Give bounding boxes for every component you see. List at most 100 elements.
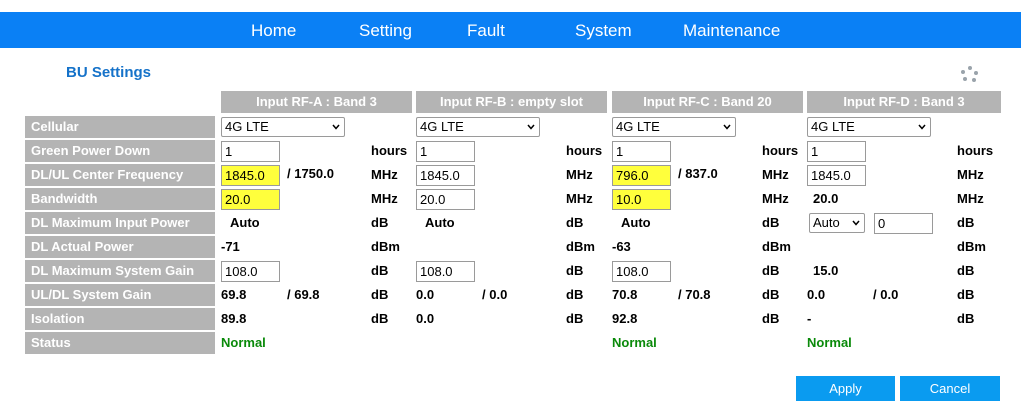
top-nav: Home Setting Fault System Maintenance [0,12,1021,48]
col-c-green-power-down-input[interactable]: 1 [612,141,671,162]
col-d-center-frequency-input[interactable]: 1845.0 [807,165,866,186]
col-c-cellular-select[interactable]: 4G LTE [612,117,736,137]
col-c-dl-max-gain-input[interactable]: 108.0 [612,261,671,282]
col-a-green-power-down-input[interactable]: 1 [221,141,280,162]
row-label-cellular: Cellular [25,116,215,138]
col-a-dl-max-input-value: Auto [230,215,260,230]
col-c-dl-max-gain-unit: dB [762,263,780,278]
col-a-header: Input RF-A : Band 3 [221,91,412,113]
col-b-isolation-unit: dB [566,311,584,326]
row-label-status: Status [25,332,215,354]
col-d-frequency-unit: MHz [957,167,984,182]
col-c-hours-unit: hours [762,143,799,158]
col-d-bandwidth-unit: MHz [957,191,984,206]
col-a-bandwidth-input[interactable]: 20.0 [221,189,280,210]
col-a-center-frequency-input[interactable]: 1845.0 [221,165,280,186]
col-c-frequency-unit: MHz [762,167,789,182]
col-b-bandwidth-input[interactable]: 20.0 [416,189,475,210]
col-d-isolation-value: - [807,311,812,326]
col-b-dl-max-gain-unit: dB [566,263,584,278]
chevron-down-icon [723,124,731,130]
col-b-dl-actual-unit: dBm [566,239,595,254]
col-b-hours-unit: hours [566,143,603,158]
col-b-cellular-value: 4G LTE [420,119,464,134]
col-b-bandwidth-unit: MHz [566,191,593,206]
col-c-system-gain-unit: dB [762,287,780,302]
col-c-isolation-value: 92.8 [612,311,638,326]
row-label-dl-max-input-power: DL Maximum Input Power [25,212,215,234]
chevron-down-icon [852,220,860,226]
col-b-cellular-select[interactable]: 4G LTE [416,117,540,137]
col-d-hours-unit: hours [957,143,994,158]
col-a-status-value: Normal [221,335,266,350]
col-d-status-value: Normal [807,335,852,350]
col-d-cellular-select[interactable]: 4G LTE [807,117,931,137]
col-b-center-frequency-input[interactable]: 1845.0 [416,165,475,186]
col-b-dl-system-gain: / 0.0 [482,287,508,302]
row-label-bandwidth: Bandwidth [25,188,215,210]
col-a-dl-system-gain: / 69.8 [287,287,320,302]
col-b-isolation-value: 0.0 [416,311,435,326]
col-d-dl-max-input-select[interactable]: Auto [809,213,865,233]
col-c-center-frequency-input[interactable]: 796.0 [612,165,671,186]
col-a-frequency-unit: MHz [371,167,398,182]
col-a-cellular-select[interactable]: 4G LTE [221,117,345,137]
col-d-dl-actual-unit: dBm [957,239,986,254]
col-d-dl-max-input-unit: dB [957,215,975,230]
nav-fault[interactable]: Fault [467,21,505,41]
col-c-dl-actual-unit: dBm [762,239,791,254]
col-b-ul-system-gain: 0.0 [416,287,435,302]
chevron-down-icon [332,124,340,130]
col-a-dl-max-input-unit: dB [371,215,389,230]
col-c-status-value: Normal [612,335,657,350]
col-b-header: Input RF-B : empty slot [416,91,607,113]
col-a-dl-actual-power: -71 [221,239,240,254]
col-d-isolation-unit: dB [957,311,975,326]
col-c-bandwidth-unit: MHz [762,191,789,206]
row-label-isolation: Isolation [25,308,215,330]
col-a-dl-actual-unit: dBm [371,239,400,254]
nav-system[interactable]: System [575,21,632,41]
col-a-ul-frequency: / 1750.0 [287,166,334,181]
row-label-dl-actual-power: DL Actual Power [25,236,215,258]
col-d-dl-max-input-value: Auto [813,215,840,230]
col-a-isolation-unit: dB [371,311,389,326]
nav-setting[interactable]: Setting [359,21,412,41]
col-d-dl-max-gain-value: 15.0 [813,263,839,278]
col-a-cellular-value: 4G LTE [225,119,269,134]
col-a-isolation-value: 89.8 [221,311,247,326]
col-b-green-power-down-input[interactable]: 1 [416,141,475,162]
col-d-dl-max-gain-unit: dB [957,263,975,278]
col-d-header: Input RF-D : Band 3 [807,91,1001,113]
col-d-green-power-down-input[interactable]: 1 [807,141,866,162]
col-b-frequency-unit: MHz [566,167,593,182]
col-c-cellular-value: 4G LTE [616,119,660,134]
col-c-ul-frequency: / 837.0 [678,166,718,181]
col-d-ul-system-gain: 0.0 [807,287,826,302]
col-d-bandwidth-value: 20.0 [813,191,839,206]
apply-button[interactable]: Apply [796,376,895,401]
row-label-center-frequency: DL/UL Center Frequency [25,164,215,186]
cancel-button[interactable]: Cancel [900,376,1000,401]
col-d-dl-max-input-field[interactable]: 0 [874,213,933,234]
row-label-dl-max-system-gain: DL Maximum System Gain [25,260,215,282]
col-d-cellular-value: 4G LTE [811,119,855,134]
col-a-system-gain-unit: dB [371,287,389,302]
col-c-dl-max-input-value: Auto [621,215,651,230]
col-c-header: Input RF-C : Band 20 [612,91,803,113]
nav-maintenance[interactable]: Maintenance [683,21,780,41]
page-title: BU Settings [66,64,152,81]
col-c-dl-system-gain: / 70.8 [678,287,711,302]
col-b-dl-max-input-unit: dB [566,215,584,230]
col-b-dl-max-input-value: Auto [425,215,455,230]
row-label-ul-dl-system-gain: UL/DL System Gain [25,284,215,306]
col-b-dl-max-gain-input[interactable]: 108.0 [416,261,475,282]
col-a-dl-max-gain-unit: dB [371,263,389,278]
col-a-dl-max-gain-input[interactable]: 108.0 [221,261,280,282]
nav-home[interactable]: Home [251,21,296,41]
col-c-bandwidth-input[interactable]: 10.0 [612,189,671,210]
col-a-bandwidth-unit: MHz [371,191,398,206]
col-c-dl-max-input-unit: dB [762,215,780,230]
col-d-system-gain-unit: dB [957,287,975,302]
col-c-isolation-unit: dB [762,311,780,326]
